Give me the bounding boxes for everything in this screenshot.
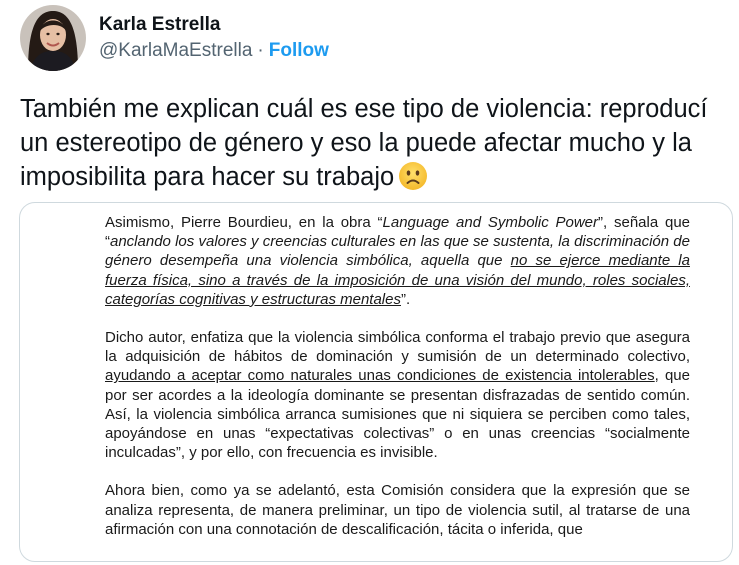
p2-underlined: ayudando a aceptar como naturales unas c… xyxy=(105,367,655,385)
document-paragraph-1: Asimismo, Pierre Bourdieu, en la obra “L… xyxy=(105,213,690,309)
tweet-text: También me explican cuál es ese tipo de … xyxy=(20,92,725,200)
slightly-frowning-face-icon xyxy=(398,161,428,200)
author-display-name[interactable]: Karla Estrella xyxy=(99,12,329,38)
document-text: Asimismo, Pierre Bourdieu, en la obra “L… xyxy=(105,213,690,558)
author-names: Karla Estrella @KarlaMaEstrella · Follow xyxy=(99,12,329,64)
profile-photo-icon xyxy=(20,5,86,71)
separator-dot: · xyxy=(257,40,264,61)
document-paragraph-3: Ahora bien, como ya se adelantó, esta Co… xyxy=(105,482,690,538)
author-handle[interactable]: @KarlaMaEstrella xyxy=(99,38,252,64)
follow-button[interactable]: Follow xyxy=(269,38,329,64)
attached-image[interactable]: Asimismo, Pierre Bourdieu, en la obra “L… xyxy=(19,202,733,562)
p1-text-f: ”. xyxy=(400,290,411,308)
avatar[interactable] xyxy=(20,5,86,71)
p1-book-title: Language and Symbolic Power xyxy=(382,214,599,231)
p1-text-a: Asimismo, Pierre Bourdieu, en la obra “ xyxy=(105,214,383,231)
tweet-header: Karla Estrella @KarlaMaEstrella · Follow xyxy=(20,2,329,74)
p2-text-a: Dicho autor, enfatiza que la violencia s… xyxy=(105,329,690,366)
document-paragraph-2: Dicho autor, enfatiza que la violencia s… xyxy=(105,328,690,462)
tweet-body: También me explican cuál es ese tipo de … xyxy=(20,95,708,191)
handle-row: @KarlaMaEstrella · Follow xyxy=(99,38,329,64)
